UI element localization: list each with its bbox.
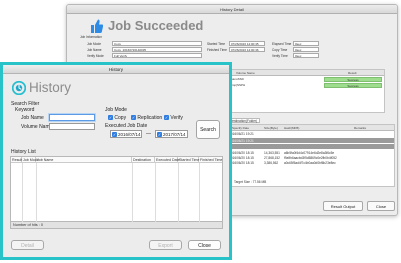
verify-mode-value: Full Verify — [112, 53, 202, 58]
checkmark-icon: ✓ — [131, 115, 136, 120]
date-from-checkbox[interactable]: ✓ — [112, 132, 117, 137]
specify-date-column-header: Specify Date — [232, 126, 250, 130]
volume-row-2-result: Success — [324, 83, 382, 88]
job-information-label: Job Information — [80, 35, 102, 39]
started-time-column-header[interactable]: Started Time — [178, 157, 199, 163]
result-column-header: Result — [348, 71, 357, 75]
date-separator: — — [146, 131, 151, 137]
date-to-checkbox[interactable]: ✓ — [157, 132, 162, 137]
volume-row-1-name[interactable]: nanoSSD — [230, 77, 310, 82]
file-row-5-size: 3,386,562 — [264, 161, 279, 165]
verify-time-value: 0sec — [293, 53, 319, 58]
history-clock-icon — [12, 81, 26, 95]
column-divider — [36, 163, 37, 223]
file-row-4-size: 27,868,152 — [264, 156, 280, 160]
copy-checkbox[interactable]: ✓ Copy — [108, 115, 126, 121]
job-name-column-header[interactable]: Job Name — [36, 157, 132, 163]
volume-row-1-result: Success — [324, 77, 382, 82]
date-from-field[interactable]: ✓ 2016/07/14 — [110, 130, 142, 138]
checkmark-icon: ✓ — [108, 115, 113, 120]
executed-job-date-label: Executed Job Date — [105, 123, 148, 129]
copy-time-value: 0sec — [293, 47, 319, 52]
replication-checkbox-label: Replication — [137, 115, 163, 121]
column-divider — [178, 163, 179, 223]
detail-button[interactable]: Detail — [11, 240, 44, 250]
date-to-field[interactable]: ✓ 2017/07/14 — [155, 130, 188, 138]
search-button[interactable]: Search — [196, 120, 220, 139]
job-mode-label: Job Mode — [87, 42, 101, 46]
history-list-label: History List — [11, 149, 36, 155]
job-name-input[interactable] — [49, 114, 95, 121]
keyword-label: Keyword — [15, 107, 35, 113]
job-name-label: Job Name — [87, 48, 102, 52]
elapsed-time-value: 0sec — [293, 41, 319, 46]
window-title: History Detail — [220, 7, 244, 12]
verify-checkbox-label: Verify — [170, 115, 183, 121]
result-column-header[interactable]: Result — [11, 157, 22, 163]
close-button[interactable]: Close — [188, 240, 221, 250]
status-bar: Number of hits : 0 — [10, 222, 223, 229]
size-column-header: Size(Byte) — [264, 126, 278, 130]
file-row-4-hash: f9a9b6aacbd3f5d5869c0e2fb0b4f052 — [284, 156, 337, 160]
volume-row-2-name[interactable]: tmp(SSPH — [230, 83, 310, 88]
executed-date-column-header[interactable]: Executed Date — [155, 157, 180, 163]
file-table: Specify Date Size(Byte) Hash(MD5) Remark… — [227, 124, 395, 187]
hash-column-header: Hash(MD5) — [284, 126, 300, 130]
history-list-header: Result Job Mode Job Name Destination Exe… — [11, 157, 222, 163]
checkmark-icon: ✓ — [164, 115, 169, 120]
job-succeeded-heading: Job Succeeded — [108, 18, 204, 33]
column-divider — [132, 163, 133, 223]
detail-close-button[interactable]: Close — [367, 201, 395, 211]
file-row-3-date[interactable]: 2016/06/20 18:15 — [229, 151, 254, 155]
job-mode-value: Copy — [112, 41, 202, 46]
file-row-3-size: 14,363,551 — [264, 151, 280, 155]
finished-time-column-header[interactable]: Finished Time — [199, 157, 224, 163]
date-to-value: 2017/07/14 — [163, 132, 186, 137]
elapsed-time-label: Elapsed Time — [272, 42, 292, 46]
volume-name-input[interactable] — [49, 123, 95, 130]
finished-time-label: Finished Time — [207, 48, 227, 52]
number-of-hits-text: Number of hits : 0 — [13, 223, 43, 227]
finished-time-value: 07/26/2016 14:00:36 — [229, 47, 265, 52]
file-row-3-hash: a6b5fa0f4d4c07914e6d2e8a3f6c5e — [284, 151, 335, 155]
volume-name-column-header: Volume Name — [236, 71, 255, 75]
file-row-dark-2[interactable] — [228, 144, 394, 149]
history-window: History History Search Filter Keyword Jo… — [0, 62, 232, 260]
job-mode-column-header[interactable]: Job Mode — [22, 157, 39, 163]
volume-table: Volume Name Result nanoSSD Success tmp(S… — [227, 69, 385, 113]
verify-time-label: Verify Time — [272, 54, 288, 58]
thumbs-up-icon — [91, 19, 103, 33]
started-time-label: Started Time — [207, 42, 226, 46]
file-row-5-date[interactable]: 2016/06/20 18:15 — [229, 161, 254, 165]
job-mode-label: Job Mode — [105, 107, 127, 113]
verify-mode-label: Verify Mode — [87, 54, 104, 58]
file-row-2[interactable]: 2016/06/21 19:21 — [228, 138, 394, 143]
date-from-value: 2016/07/14 — [118, 132, 141, 137]
history-title-bar: History — [3, 65, 229, 74]
result-output-button[interactable]: Result Output — [323, 201, 363, 211]
copy-time-label: Copy Time — [272, 48, 288, 52]
verify-checkbox[interactable]: ✓ Verify — [164, 115, 183, 121]
copy-checkbox-label: Copy — [114, 115, 127, 121]
job-name-value: Copy_20160726140035 — [112, 47, 202, 52]
history-detail-title-bar: History Detail — [67, 5, 397, 14]
file-row-4-date[interactable]: 2016/06/20 18:15 — [229, 156, 254, 160]
column-divider — [22, 163, 23, 223]
history-window-title: History — [108, 67, 123, 72]
target-size-text: Target Size : 77.56 MB — [234, 180, 267, 184]
remarks-column-header: Remarks — [354, 126, 367, 130]
started-time-value: 07/26/2016 14:00:35 — [229, 41, 265, 46]
export-button[interactable]: Export — [149, 240, 182, 250]
destination-column-header[interactable]: Destination — [132, 157, 155, 163]
history-list-table[interactable]: Result Job Mode Job Name Destination Exe… — [10, 156, 223, 223]
volume-name-label: Volume Name — [21, 124, 53, 130]
file-row-1-date[interactable]: 2016/06/21 19:21 — [229, 132, 254, 136]
replication-checkbox[interactable]: ✓ Replication — [131, 115, 162, 121]
history-heading: History — [29, 80, 72, 95]
column-divider — [199, 163, 200, 223]
job-name-label: Job Name — [21, 115, 44, 121]
column-divider — [155, 163, 156, 223]
file-row-2-date: 2016/06/21 19:21 — [229, 138, 254, 143]
file-row-5-hash: a0c65f5ad4f7c4b0aa0d0bf6b23e8ec — [284, 161, 336, 165]
